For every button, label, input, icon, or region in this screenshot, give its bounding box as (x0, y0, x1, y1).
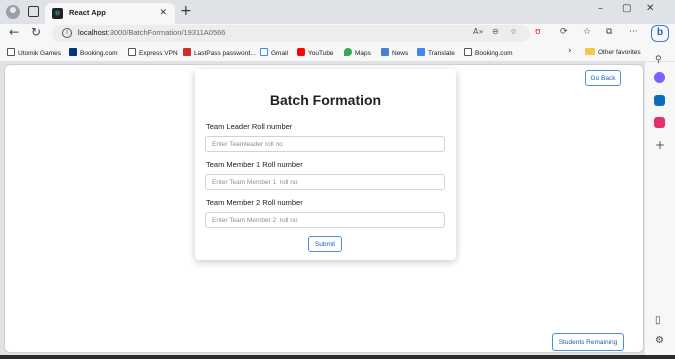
page-icon (464, 48, 472, 56)
page-title: Batch Formation (269, 92, 382, 108)
translate-icon (417, 48, 425, 56)
outlook-icon[interactable] (654, 95, 665, 106)
page-viewport: Go Back Batch Formation Team Leader Roll… (4, 64, 644, 353)
refresh-icon[interactable]: ↻ (31, 25, 41, 39)
search-icon[interactable]: ⚲ (655, 55, 662, 65)
other-favorites[interactable]: Other favorites (585, 48, 641, 56)
bookmark-booking-2[interactable]: Booking.com (464, 48, 513, 57)
team-member-2-label: Team Member 2 Roll number (206, 198, 303, 207)
team-member-1-input[interactable] (205, 174, 445, 190)
info-icon[interactable]: i (62, 28, 72, 38)
extensions-puzzle-icon[interactable]: ⟳ (560, 27, 568, 37)
go-back-button[interactable]: Go Back (585, 70, 621, 86)
bookmark-lastpass[interactable]: LastPass password... (183, 48, 256, 57)
sidebar-toggle-icon[interactable]: ▯ (655, 315, 661, 326)
address-bar[interactable]: i localhost:3000/BatchFormation/19311A05… (52, 25, 530, 42)
team-leader-label: Team Leader Roll number (206, 122, 293, 131)
favorite-star-icon[interactable]: ☆ (510, 27, 517, 36)
react-icon: ⚛ (52, 8, 63, 19)
batch-formation-card: Batch Formation Team Leader Roll number … (195, 69, 456, 260)
new-tab-icon[interactable]: + (180, 3, 192, 19)
news-icon (381, 48, 389, 56)
close-icon[interactable]: ✕ (159, 7, 167, 18)
more-menu-icon[interactable]: ··· (629, 27, 638, 37)
maximize-icon[interactable]: ▢ (622, 3, 631, 14)
tab-actions-icon[interactable] (28, 6, 39, 17)
bing-chat-icon[interactable]: b (651, 25, 669, 42)
copilot-icon[interactable] (654, 72, 665, 83)
favorites-icon[interactable]: ☆ (583, 27, 591, 37)
browser-toolbar: ← ↻ i localhost:3000/BatchFormation/1931… (0, 24, 675, 44)
window-close-icon[interactable]: ✕ (646, 3, 654, 14)
minimize-icon[interactable]: – (598, 3, 603, 14)
team-member-1-label: Team Member 1 Roll number (206, 160, 303, 169)
edge-sidebar: ⚲ + ▯ ⚙ (645, 55, 675, 359)
booking-icon (69, 48, 77, 56)
bookmark-gmail[interactable]: Gmail (260, 48, 288, 57)
profile-icon[interactable] (6, 5, 20, 19)
url-text[interactable]: localhost:3000/BatchFormation/19311A0566 (78, 28, 225, 37)
bookmark-expressvpn[interactable]: Express VPN (128, 48, 178, 57)
bookmark-booking[interactable]: Booking.com (69, 48, 118, 57)
collections-icon[interactable]: ⧉ (606, 27, 612, 37)
bookmark-youtube[interactable]: YouTube (297, 48, 334, 57)
bookmark-utomik[interactable]: Utomik Games (7, 48, 61, 57)
settings-gear-icon[interactable]: ⚙ (655, 335, 664, 346)
zoom-icon[interactable]: ⊖ (492, 27, 499, 36)
instagram-icon[interactable] (654, 117, 665, 128)
add-icon[interactable]: + (655, 138, 665, 152)
students-remaining-button[interactable]: Students Remaining (552, 333, 624, 351)
youtube-icon (297, 48, 305, 56)
lastpass-icon (183, 48, 191, 56)
folder-icon (585, 48, 595, 55)
chevron-right-icon[interactable]: › (568, 46, 572, 56)
team-member-2-input[interactable] (205, 212, 445, 228)
taskbar-edge (0, 355, 675, 359)
google-icon (260, 48, 268, 56)
team-leader-input[interactable] (205, 136, 445, 152)
submit-button[interactable]: Submit (308, 236, 342, 252)
back-arrow-icon[interactable]: ← (9, 25, 19, 39)
page-icon (7, 48, 15, 56)
tab-title: React App (69, 8, 106, 17)
bookmarks-bar: Utomik Games Booking.com Express VPN Las… (0, 44, 675, 62)
maps-icon (344, 48, 352, 56)
bookmark-maps[interactable]: Maps (344, 48, 371, 57)
tab-strip: ⚛ React App ✕ + – ▢ ✕ (0, 0, 675, 24)
bookmark-news[interactable]: News (381, 48, 408, 57)
extension-icon[interactable]: ʊ (535, 27, 541, 37)
tab-react-app[interactable]: ⚛ React App ✕ (45, 3, 175, 24)
bookmark-translate[interactable]: Translate (417, 48, 455, 57)
read-aloud-icon[interactable]: A» (473, 27, 483, 36)
page-icon (128, 48, 136, 56)
